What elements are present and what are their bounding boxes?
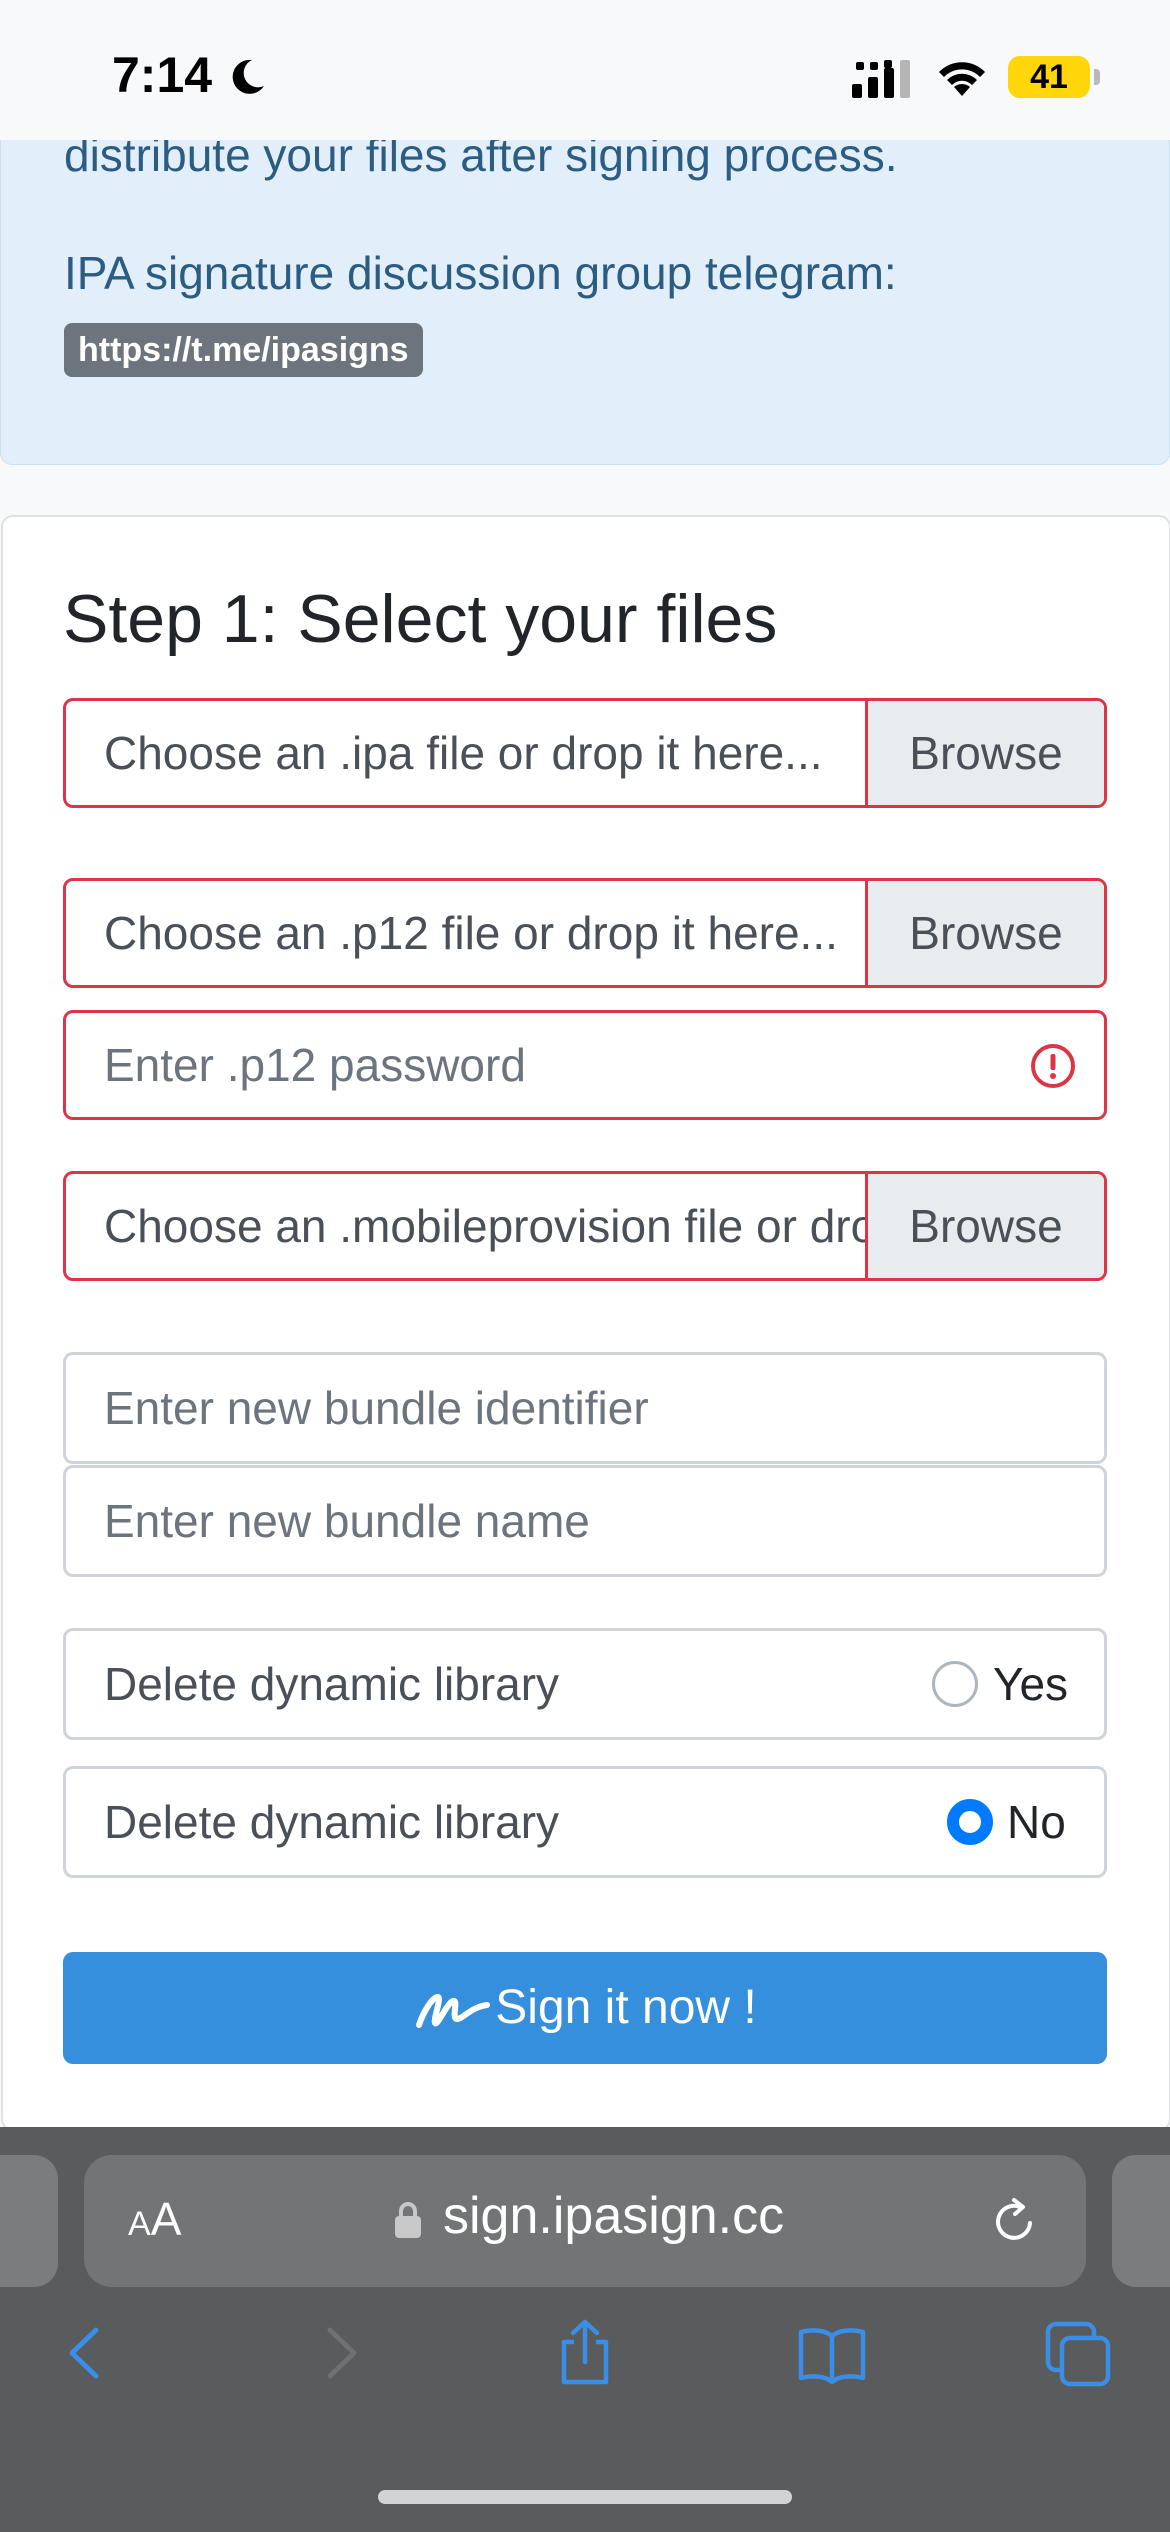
no-radio[interactable] [947,1799,993,1845]
previous-tab-peek[interactable] [0,2155,58,2287]
delete-dylib-no-option[interactable]: Delete dynamic library No [63,1766,1107,1878]
telegram-link[interactable]: https://t.me/ipasigns [64,323,423,377]
mobileprovision-file-placeholder: Choose an .mobileprovision file or drop … [104,1200,874,1252]
wifi-icon [939,62,985,96]
sign-now-button[interactable]: Sign it now ! [63,1952,1107,2064]
text-size-button[interactable]: AA [128,2192,181,2246]
no-radio-label: No [1007,1796,1066,1848]
p12-file-input[interactable]: Choose an .p12 file or drop it here... B… [63,878,1107,988]
share-icon[interactable] [550,2318,620,2388]
mobileprovision-browse-button[interactable]: Browse [865,1174,1104,1278]
ipa-file-input[interactable]: Choose an .ipa file or drop it here... B… [63,698,1107,808]
next-tab-peek[interactable] [1112,2155,1170,2287]
bundle-identifier-input[interactable]: Enter new bundle identifier [63,1352,1107,1464]
sign-now-label: Sign it now ! [495,1981,757,2034]
ipa-file-placeholder: Choose an .ipa file or drop it here... [104,727,823,779]
yes-radio[interactable] [932,1661,978,1707]
forward-icon[interactable] [304,2318,374,2388]
battery-icon: 41 [1008,56,1090,98]
info-alert: distribute your files after signing proc… [0,129,1170,465]
moon-icon [232,59,264,94]
cellular-signal-icon [852,60,910,98]
battery-nub [1094,69,1100,85]
card-title: Step 1: Select your files [63,581,778,657]
status-time: 7:14 [112,47,213,103]
bookmarks-icon[interactable] [797,2318,867,2388]
lock-icon [395,2202,421,2238]
delete-dylib-label: Delete dynamic library [104,1658,560,1710]
url-text: sign.ipasign.cc [443,2187,785,2245]
bundle-name-placeholder: Enter new bundle name [104,1495,590,1547]
bundle-identifier-placeholder: Enter new bundle identifier [104,1382,649,1434]
delete-dylib-yes-option[interactable]: Delete dynamic library Yes [63,1628,1107,1740]
ipa-browse-button[interactable]: Browse [865,701,1104,805]
reload-icon[interactable] [990,2196,1040,2246]
alert-telegram-label: IPA signature discussion group telegram: [64,247,897,299]
signature-icon [416,1994,491,2029]
error-icon [1031,1044,1075,1088]
mobileprovision-file-input[interactable]: Choose an .mobileprovision file or drop … [63,1171,1107,1281]
yes-radio-label: Yes [993,1658,1069,1710]
p12-password-input[interactable]: Enter .p12 password [63,1010,1107,1120]
p12-browse-button[interactable]: Browse [865,881,1104,985]
delete-dylib-label: Delete dynamic library [104,1796,560,1848]
home-indicator[interactable] [378,2490,792,2504]
p12-file-placeholder: Choose an .p12 file or drop it here... [104,907,838,959]
back-icon[interactable] [52,2318,122,2388]
p12-password-placeholder: Enter .p12 password [104,1039,526,1091]
tabs-icon[interactable] [1044,2318,1114,2388]
bundle-name-input[interactable]: Enter new bundle name [63,1465,1107,1577]
